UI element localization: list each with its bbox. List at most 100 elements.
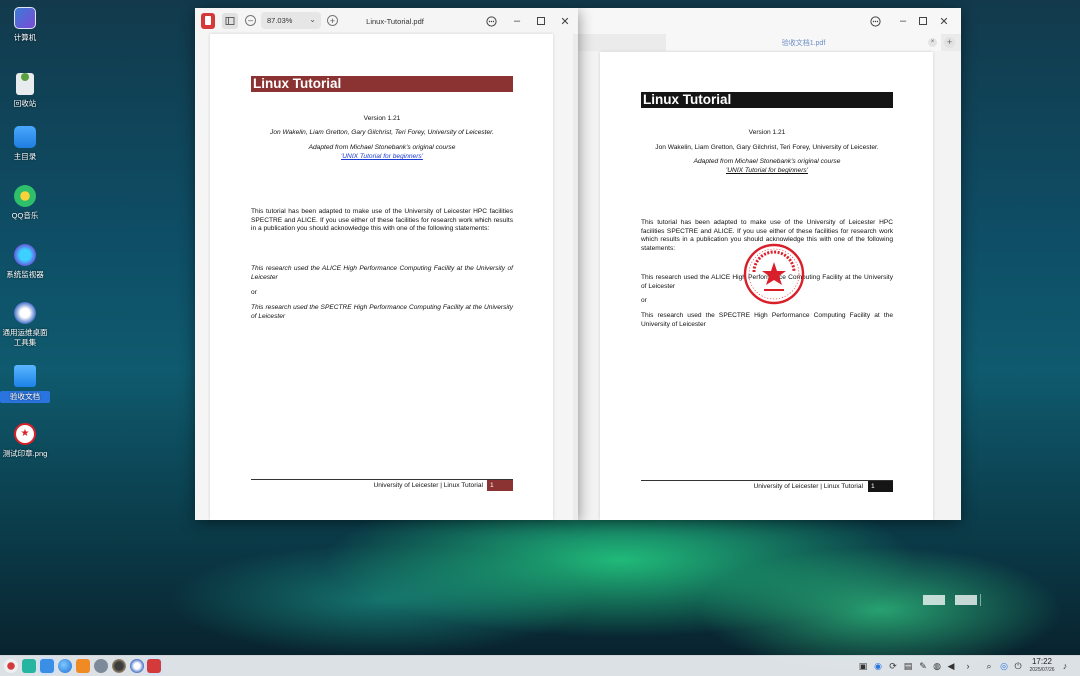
qq-music-icon xyxy=(14,185,36,207)
close-icon[interactable]: ✕ xyxy=(936,13,952,29)
sidebar-toggle-icon[interactable] xyxy=(222,13,238,29)
desktop-icon-stamp-image[interactable]: ★ 测试印章.png xyxy=(0,423,50,459)
doc-heading: Linux Tutorial xyxy=(641,92,893,108)
zoom-in-icon[interactable]: + xyxy=(327,15,338,26)
window-titlebar[interactable]: – ✕ xyxy=(578,8,961,34)
multitask-view-icon[interactable] xyxy=(22,659,36,673)
desktop-icon-label: 计算机 xyxy=(13,33,37,42)
clock-time[interactable]: 17:22 xyxy=(1030,657,1054,666)
desktop-icon-label: 回收站 xyxy=(13,99,37,108)
im-tray-icon[interactable]: ◉ xyxy=(873,661,883,671)
course-link-text[interactable]: 'UNIX Tutorial for beginners' xyxy=(726,167,808,174)
pdf-page: Linux Tutorial Version 1.21 Jon Wakelin,… xyxy=(600,52,933,520)
footer-rule xyxy=(641,480,893,481)
desktop-icon-computer[interactable]: 计算机 xyxy=(0,7,50,43)
folder-icon xyxy=(14,365,36,387)
minimize-icon[interactable]: – xyxy=(509,13,525,29)
tab-bar: 验收文档1.pdf × + xyxy=(578,34,961,51)
doc-course-link[interactable]: 'UNIX Tutorial for beginners' xyxy=(641,167,893,174)
app-store-icon[interactable] xyxy=(76,659,90,673)
pdf-window-left: – 87.03% ⌄ + Linux-Tutorial.pdf – ✕ Linu… xyxy=(195,8,578,520)
red-seal-stamp xyxy=(742,242,806,306)
doc-adapted: Adapted from Michael Stonebank's origina… xyxy=(308,144,456,151)
doc-or: or xyxy=(251,289,257,296)
taskbar: ▣ ◉ ⟳ ▤ ✎ ◍ ◀ › ⌕ ◎ ⏻ 17:22 2025/07/26 ♪ xyxy=(0,655,1080,676)
pdf-page: Linux Tutorial Version 1.21 Jon Wakelin,… xyxy=(210,34,553,520)
doc-adapted: Adapted from Michael Stonebank's origina… xyxy=(693,158,841,165)
start-menu-icon[interactable] xyxy=(4,659,18,673)
menu-icon[interactable] xyxy=(867,13,883,29)
menu-icon[interactable] xyxy=(483,13,499,29)
window-title: Linux-Tutorial.pdf xyxy=(366,17,424,26)
tab-title: 验收文档1.pdf xyxy=(781,40,826,47)
doc-intro: This tutorial has been adapted to make u… xyxy=(251,208,513,233)
desktop-icon-label: 系统监视器 xyxy=(6,270,44,279)
keyboard-tray-icon[interactable]: ▤ xyxy=(903,661,913,671)
doc-course-link[interactable]: 'UNIX Tutorial for beginners' xyxy=(251,153,513,160)
doc-heading: Linux Tutorial xyxy=(251,76,513,92)
doc-authors: Jon Wakelin, Liam Gretton, Gary Gilchris… xyxy=(655,144,879,151)
trash-icon xyxy=(16,73,34,95)
power-icon[interactable]: ⏻ xyxy=(1013,661,1023,671)
pdf-reader-taskbar-icon[interactable] xyxy=(147,659,161,673)
doc-version: Version 1.21 xyxy=(363,115,401,122)
scrollbar[interactable] xyxy=(573,34,578,520)
tab-close-icon[interactable]: × xyxy=(928,38,937,47)
pdf-window-right: – ✕ 验收文档1.pdf × + Linux Tutorial Version… xyxy=(578,8,961,520)
pdf-app-icon xyxy=(201,13,215,29)
minimize-icon[interactable]: – xyxy=(895,13,911,29)
activation-watermark xyxy=(923,593,1003,607)
doc-statement-2: This research used the SPECTRE High Perf… xyxy=(641,312,893,328)
security-tray-icon[interactable]: ◍ xyxy=(932,661,942,671)
desktop-icon-sysmon[interactable]: 系统监视器 xyxy=(0,244,50,280)
new-tab-button[interactable]: + xyxy=(944,37,955,48)
desktop-icon-label: 验收文档 xyxy=(0,391,50,403)
stamp-image-icon: ★ xyxy=(14,423,36,445)
doc-statement-1: This research used the ALICE High Perfor… xyxy=(251,265,513,281)
stamp-app-icon[interactable] xyxy=(112,659,126,673)
doc-statement-2: This research used the SPECTRE High Perf… xyxy=(251,304,513,320)
screenshot-tray-icon[interactable]: ▣ xyxy=(858,661,868,671)
desktop-icon-qqmusic[interactable]: QQ音乐 xyxy=(0,185,50,221)
zoom-out-icon[interactable]: – xyxy=(245,15,256,26)
page-number: 1 xyxy=(868,481,893,492)
desktop-icon-label: 通用运维桌面工具集 xyxy=(2,328,48,347)
clock-date[interactable]: 2025/07/26 xyxy=(1026,667,1058,673)
doc-authors: Jon Wakelin, Liam Gretton, Gary Gilchris… xyxy=(270,129,494,136)
update-tray-icon[interactable]: ⟳ xyxy=(888,661,898,671)
chevron-down-icon: ⌄ xyxy=(309,15,316,24)
tab-active[interactable]: 验收文档1.pdf × xyxy=(666,34,941,51)
expand-tray-icon[interactable]: › xyxy=(963,661,973,671)
maximize-icon[interactable] xyxy=(533,13,549,29)
zoom-value: 87.03% xyxy=(267,16,293,25)
course-link-text[interactable]: 'UNIX Tutorial for beginners' xyxy=(341,153,423,160)
doc-footer: University of Leicester | Linux Tutorial xyxy=(373,482,483,489)
search-icon[interactable]: ⌕ xyxy=(984,661,994,671)
desktop-icon-label: 测试印章.png xyxy=(2,449,48,458)
ops-toolkit-icon xyxy=(14,302,36,324)
notification-bell-icon[interactable]: ♪ xyxy=(1060,661,1070,671)
desktop-icon-home[interactable]: 主目录 xyxy=(0,126,50,162)
doc-footer: University of Leicester | Linux Tutorial xyxy=(753,483,863,490)
computer-icon xyxy=(14,7,36,29)
desktop-icon-label: QQ音乐 xyxy=(11,211,39,220)
system-monitor-icon xyxy=(14,244,36,266)
ops-toolkit-taskbar-icon[interactable] xyxy=(130,659,144,673)
window-titlebar[interactable]: – 87.03% ⌄ + Linux-Tutorial.pdf – ✕ xyxy=(195,8,578,34)
home-folder-icon xyxy=(14,126,36,148)
doc-version: Version 1.21 xyxy=(748,129,786,136)
volume-icon[interactable]: ◀ xyxy=(946,661,956,671)
pen-tray-icon[interactable]: ✎ xyxy=(918,661,928,671)
footer-rule xyxy=(251,479,513,480)
desktop-icon-docs-folder[interactable]: 验收文档 xyxy=(0,365,50,403)
close-icon[interactable]: ✕ xyxy=(557,13,573,29)
page-number: 1 xyxy=(487,480,513,491)
desktop-icon-trash[interactable]: 回收站 xyxy=(0,66,50,109)
browser-icon[interactable] xyxy=(58,659,72,673)
desktop-icon-ops[interactable]: 通用运维桌面工具集 xyxy=(0,302,50,348)
network-icon[interactable]: ◎ xyxy=(999,661,1009,671)
zoom-select[interactable]: 87.03% ⌄ xyxy=(261,12,321,29)
settings-icon[interactable] xyxy=(94,659,108,673)
maximize-icon[interactable] xyxy=(915,13,931,29)
file-manager-icon[interactable] xyxy=(40,659,54,673)
